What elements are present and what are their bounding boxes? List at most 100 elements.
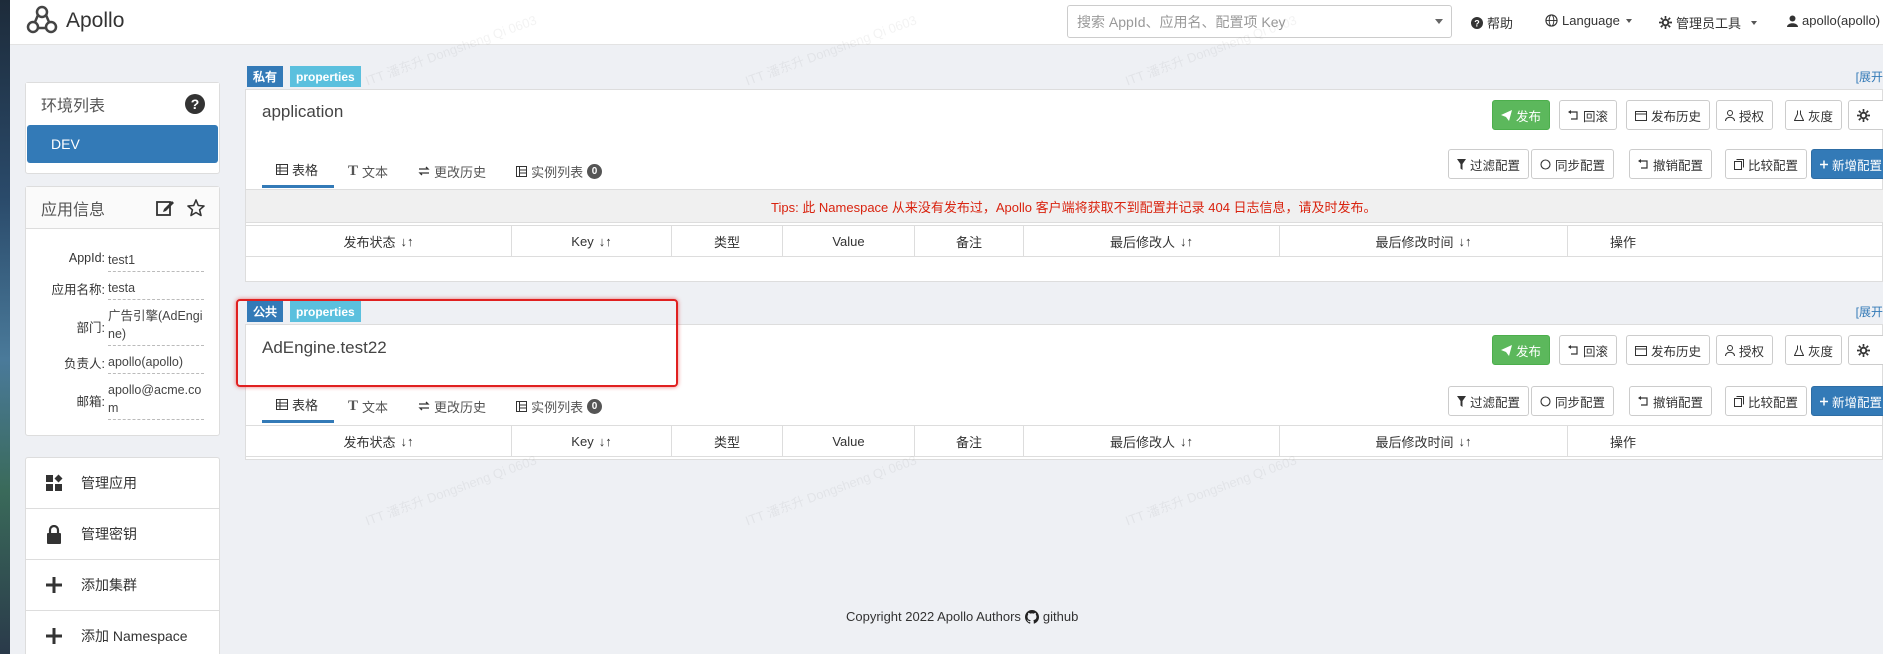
col-publish-status[interactable]: 发布状态 ↓↑ — [246, 226, 512, 256]
diff-label: 比较配置 — [1748, 158, 1799, 173]
gray-release-button[interactable]: 灰度 — [1785, 100, 1843, 130]
caret-down-icon — [1625, 18, 1632, 23]
gray-release-label: 灰度 — [1808, 344, 1834, 359]
filter-label: 过滤配置 — [1470, 158, 1521, 173]
gray-release-button[interactable]: 灰度 — [1785, 335, 1843, 365]
env-list-title: 环境列表 — [41, 98, 106, 115]
tab-change-history[interactable]: 更改历史 — [404, 395, 502, 423]
config-table-header: 发布状态 ↓↑ Key ↓↑ 类型 Value 备注 最后修改人 ↓↑ 最后修改时间 ↓… — [245, 225, 1883, 257]
info-row-owner: 负责人: apollo(apollo) — [26, 353, 219, 374]
user-label: apollo(apollo) — [1802, 13, 1881, 28]
tab-change-history[interactable]: 更改历史 — [404, 160, 502, 188]
col-actions: 操作 — [1568, 226, 1678, 256]
namespace-body: application 发布 回滚 发布历史 授权 灰度 表格 T 文本 更改历史… — [245, 89, 1883, 282]
language-dropdown[interactable]: Language — [1545, 13, 1632, 28]
publish-history-button[interactable]: 发布历史 — [1626, 100, 1711, 130]
publish-label: 发布 — [1516, 109, 1542, 124]
tab-label: 实例列表 — [531, 164, 584, 180]
grant-button[interactable]: 授权 — [1716, 100, 1774, 130]
menu-manage-secret[interactable]: 管理密钥 — [26, 509, 219, 560]
menu-label: 添加 Namespace — [81, 628, 188, 644]
menu-manage-app[interactable]: 管理应用 — [26, 458, 219, 509]
tab-instances[interactable]: 实例列表 0 — [502, 395, 618, 423]
grant-button[interactable]: 授权 — [1716, 335, 1774, 365]
user-menu[interactable]: apollo(apollo) — [1787, 13, 1880, 28]
namespace-tabs: 表格 T 文本 更改历史 实例列表 0 — [262, 160, 618, 188]
department-value: 广告引擎(AdEngine) — [108, 307, 204, 346]
lock-icon — [46, 524, 61, 544]
add-config-button[interactable]: 新增配置 — [1811, 149, 1883, 179]
tab-text[interactable]: T 文本 — [334, 395, 404, 423]
diff-config-button[interactable]: 比较配置 — [1725, 149, 1808, 179]
sync-config-button[interactable]: 同步配置 — [1531, 149, 1615, 179]
publish-button[interactable]: 发布 — [1492, 335, 1551, 365]
sync-label: 同步配置 — [1555, 395, 1606, 410]
chevron-down-icon[interactable] — [1435, 19, 1443, 24]
refresh-icon — [1540, 158, 1551, 170]
settings-dropdown-button[interactable] — [1848, 335, 1883, 365]
sync-config-button[interactable]: 同步配置 — [1531, 386, 1615, 416]
col-modified-time[interactable]: 最后修改时间 ↓↑ — [1280, 226, 1568, 256]
filter-config-button[interactable]: 过滤配置 — [1448, 386, 1530, 416]
col-label: Key — [571, 433, 594, 449]
tab-table[interactable]: 表格 — [262, 395, 335, 423]
transfer-icon — [418, 401, 430, 411]
help-link[interactable]: ? 帮助 — [1471, 13, 1513, 32]
sort-icon: ↓↑ — [598, 233, 612, 249]
col-modifier[interactable]: 最后修改人 ↓↑ — [1024, 426, 1280, 456]
search-input[interactable]: 搜索 AppId、应用名、配置项 Key — [1067, 5, 1452, 38]
expand-link[interactable]: [展开 — [1856, 68, 1883, 85]
admin-tools-dropdown[interactable]: 管理员工具 — [1659, 13, 1758, 32]
app-info-panel: 应用信息 AppId: test1 应用名称: testa 部门: 广告引擎(A… — [25, 186, 220, 436]
publish-button[interactable]: 发布 — [1492, 100, 1551, 130]
watermark: ITT 潘东升 Dongsheng Qi 0603 — [1123, 452, 1299, 529]
sort-icon: ↓↑ — [400, 433, 414, 449]
menu-label: 管理应用 — [81, 475, 137, 491]
email-label: 邮箱: — [76, 395, 105, 409]
rollback-button[interactable]: 回滚 — [1559, 100, 1618, 130]
tab-table[interactable]: 表格 — [262, 160, 335, 188]
publish-history-label: 发布历史 — [1651, 344, 1702, 359]
svg-text:?: ? — [1474, 18, 1480, 28]
rollback-button[interactable]: 回滚 — [1559, 335, 1618, 365]
env-label: DEV — [51, 136, 80, 152]
star-icon[interactable] — [187, 198, 205, 217]
menu-add-cluster[interactable]: 添加集群 — [26, 560, 219, 611]
copy-icon — [1734, 158, 1744, 170]
search-placeholder: 搜索 AppId、应用名、配置项 Key — [1077, 13, 1286, 30]
edit-icon[interactable] — [156, 199, 175, 217]
publish-history-button[interactable]: 发布历史 — [1626, 335, 1711, 365]
filter-config-button[interactable]: 过滤配置 — [1448, 149, 1530, 179]
col-label: 发布状态 — [343, 434, 396, 450]
plus-icon — [45, 628, 62, 644]
language-label: Language — [1562, 13, 1620, 28]
list-icon — [516, 400, 528, 412]
tab-text[interactable]: T 文本 — [334, 160, 404, 188]
tab-instances[interactable]: 实例列表 0 — [502, 160, 618, 188]
settings-dropdown-button[interactable] — [1848, 100, 1883, 130]
col-modifier[interactable]: 最后修改人 ↓↑ — [1024, 226, 1280, 256]
question-circle-icon[interactable]: ? — [185, 94, 205, 114]
col-value: Value — [783, 426, 915, 456]
publish-history-label: 发布历史 — [1651, 109, 1702, 124]
github-link[interactable]: github — [1043, 609, 1078, 624]
col-label: 最后修改人 — [1109, 234, 1175, 250]
revoke-config-button[interactable]: 撤销配置 — [1629, 149, 1713, 179]
app-name-value: testa — [108, 279, 204, 300]
expand-link[interactable]: [展开 — [1856, 303, 1883, 320]
col-key[interactable]: Key ↓↑ — [512, 226, 672, 256]
add-config-button[interactable]: 新增配置 — [1811, 386, 1883, 416]
sort-icon: ↓↑ — [598, 433, 612, 449]
sort-icon: ↓↑ — [400, 233, 414, 249]
undo-icon — [1638, 395, 1648, 406]
info-row-appid: AppId: test1 — [26, 251, 219, 272]
col-modified-time[interactable]: 最后修改时间 ↓↑ — [1280, 426, 1568, 456]
apollo-logo[interactable]: Apollo — [24, 3, 124, 39]
revoke-config-button[interactable]: 撤销配置 — [1629, 386, 1713, 416]
menu-add-namespace[interactable]: 添加 Namespace — [26, 611, 219, 654]
diff-config-button[interactable]: 比较配置 — [1725, 386, 1808, 416]
col-publish-status[interactable]: 发布状态 ↓↑ — [246, 426, 512, 456]
env-item-dev[interactable]: DEV — [27, 125, 218, 163]
revoke-label: 撤销配置 — [1653, 158, 1704, 173]
col-key[interactable]: Key ↓↑ — [512, 426, 672, 456]
